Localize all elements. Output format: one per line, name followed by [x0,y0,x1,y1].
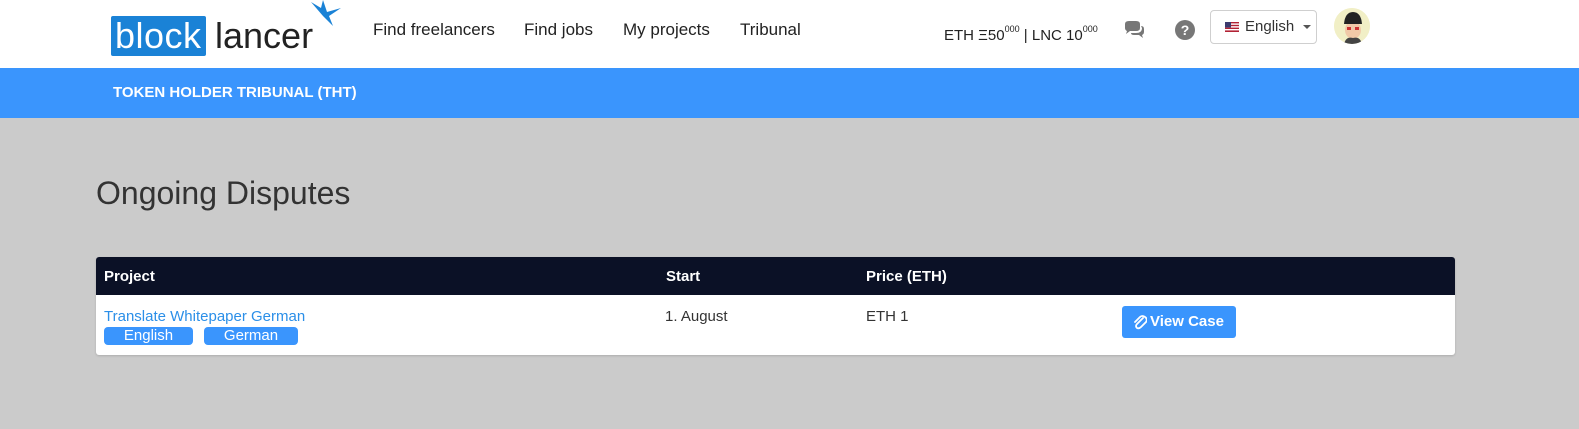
chevron-down-icon [1303,25,1311,29]
lnc-balance-sup: 000 [1082,24,1098,34]
column-header-project: Project [104,268,155,285]
chat-icon[interactable] [1122,18,1146,42]
lnc-balance: | LNC 10 [1019,27,1083,44]
nav-find-freelancers[interactable]: Find freelancers [373,18,495,42]
help-icon[interactable]: ? [1173,18,1197,42]
nav-find-jobs[interactable]: Find jobs [524,18,593,42]
project-link[interactable]: Translate Whitepaper German [104,308,305,326]
paperclip-icon [1134,315,1147,330]
nav-tribunal[interactable]: Tribunal [740,18,801,42]
eth-balance: ETH Ξ50 [944,27,1005,44]
top-navbar: block lancer Find freelancers Find jobs … [0,0,1579,68]
blocklancer-logo[interactable]: block lancer [111,0,346,60]
disputes-table: Project Start Price (ETH) Translate Whit… [96,257,1455,355]
nav-my-projects[interactable]: My projects [623,18,710,42]
price-value: ETH 1 [866,308,909,325]
section-title: TOKEN HOLDER TRIBUNAL (THT) [113,84,357,101]
user-avatar-image [1334,8,1370,44]
token-balance: ETH Ξ50000 | LNC 10000 [944,18,1098,47]
page-title: Ongoing Disputes [96,175,351,211]
language-tag: English [104,327,193,345]
section-band: TOKEN HOLDER TRIBUNAL (THT) [0,68,1579,118]
table-header: Project Start Price (ETH) [96,257,1455,295]
butterfly-icon [311,0,341,26]
avatar[interactable] [1334,8,1370,44]
logo-lancer-text: lancer [215,15,314,56]
logo-block-text: block [111,16,206,56]
language-dropdown[interactable]: English [1210,10,1317,44]
language-tag: German [204,327,298,345]
svg-text:?: ? [1181,22,1190,38]
start-date: 1. August [665,308,728,325]
view-case-button[interactable]: View Case [1122,306,1236,338]
us-flag-icon [1225,22,1239,32]
eth-balance-sup: 000 [1004,24,1020,34]
column-header-price: Price (ETH) [866,268,947,285]
language-label: English [1245,18,1295,35]
view-case-label: View Case [1150,313,1224,330]
column-header-start: Start [666,268,701,285]
